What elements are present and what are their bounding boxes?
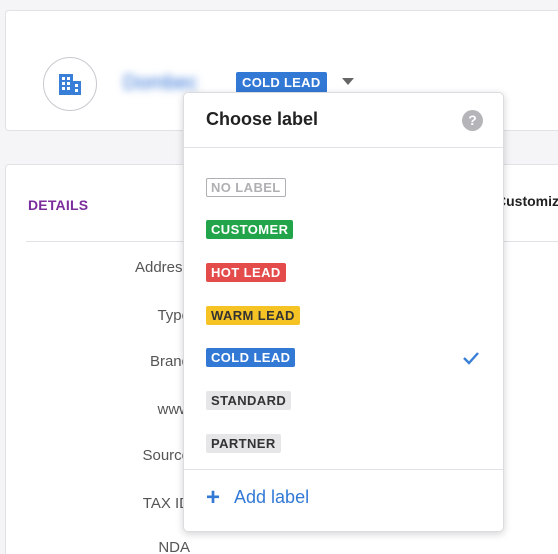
divider xyxy=(184,147,503,148)
divider xyxy=(184,469,503,470)
field-label-address: Address xyxy=(134,259,190,276)
label-option-no-label[interactable]: NO LABEL xyxy=(184,169,503,209)
dropdown-title: Choose label xyxy=(206,109,319,129)
label-option-warm-lead[interactable]: WARM LEAD xyxy=(184,297,503,337)
customize-button[interactable]: Customize xyxy=(496,193,558,209)
building-icon xyxy=(43,57,97,111)
choose-label-dropdown: Choose label ? NO LABEL CUSTOMER HOT LEA… xyxy=(183,92,504,532)
help-icon[interactable]: ? xyxy=(462,110,483,131)
label-chip: NO LABEL xyxy=(206,178,286,197)
page: Dombec COLD LEAD DETAILS Customize Addre… xyxy=(0,0,558,554)
label-chip: CUSTOMER xyxy=(206,220,294,239)
label-option-standard[interactable]: STANDARD xyxy=(184,382,503,422)
details-title: DETAILS xyxy=(28,197,89,213)
label-option-customer[interactable]: CUSTOMER xyxy=(184,211,503,251)
label-chip: STANDARD xyxy=(206,391,292,410)
current-label-badge[interactable]: COLD LEAD xyxy=(236,72,327,93)
label-chip: PARTNER xyxy=(206,434,281,453)
add-label-text: Add label xyxy=(234,487,310,507)
field-label-nda: NDA xyxy=(158,539,190,554)
label-option-hot-lead[interactable]: HOT LEAD xyxy=(184,254,503,294)
label-option-partner[interactable]: PARTNER xyxy=(184,425,503,465)
label-chip: COLD LEAD xyxy=(206,348,296,367)
label-chip: WARM LEAD xyxy=(206,306,300,325)
label-option-cold-lead[interactable]: COLD LEAD xyxy=(184,339,503,379)
add-label-button[interactable]: + Add label xyxy=(206,483,310,511)
chevron-down-icon[interactable] xyxy=(342,78,354,85)
label-chip: HOT LEAD xyxy=(206,263,286,282)
plus-icon: + xyxy=(206,483,221,511)
checkmark-icon xyxy=(463,352,479,365)
